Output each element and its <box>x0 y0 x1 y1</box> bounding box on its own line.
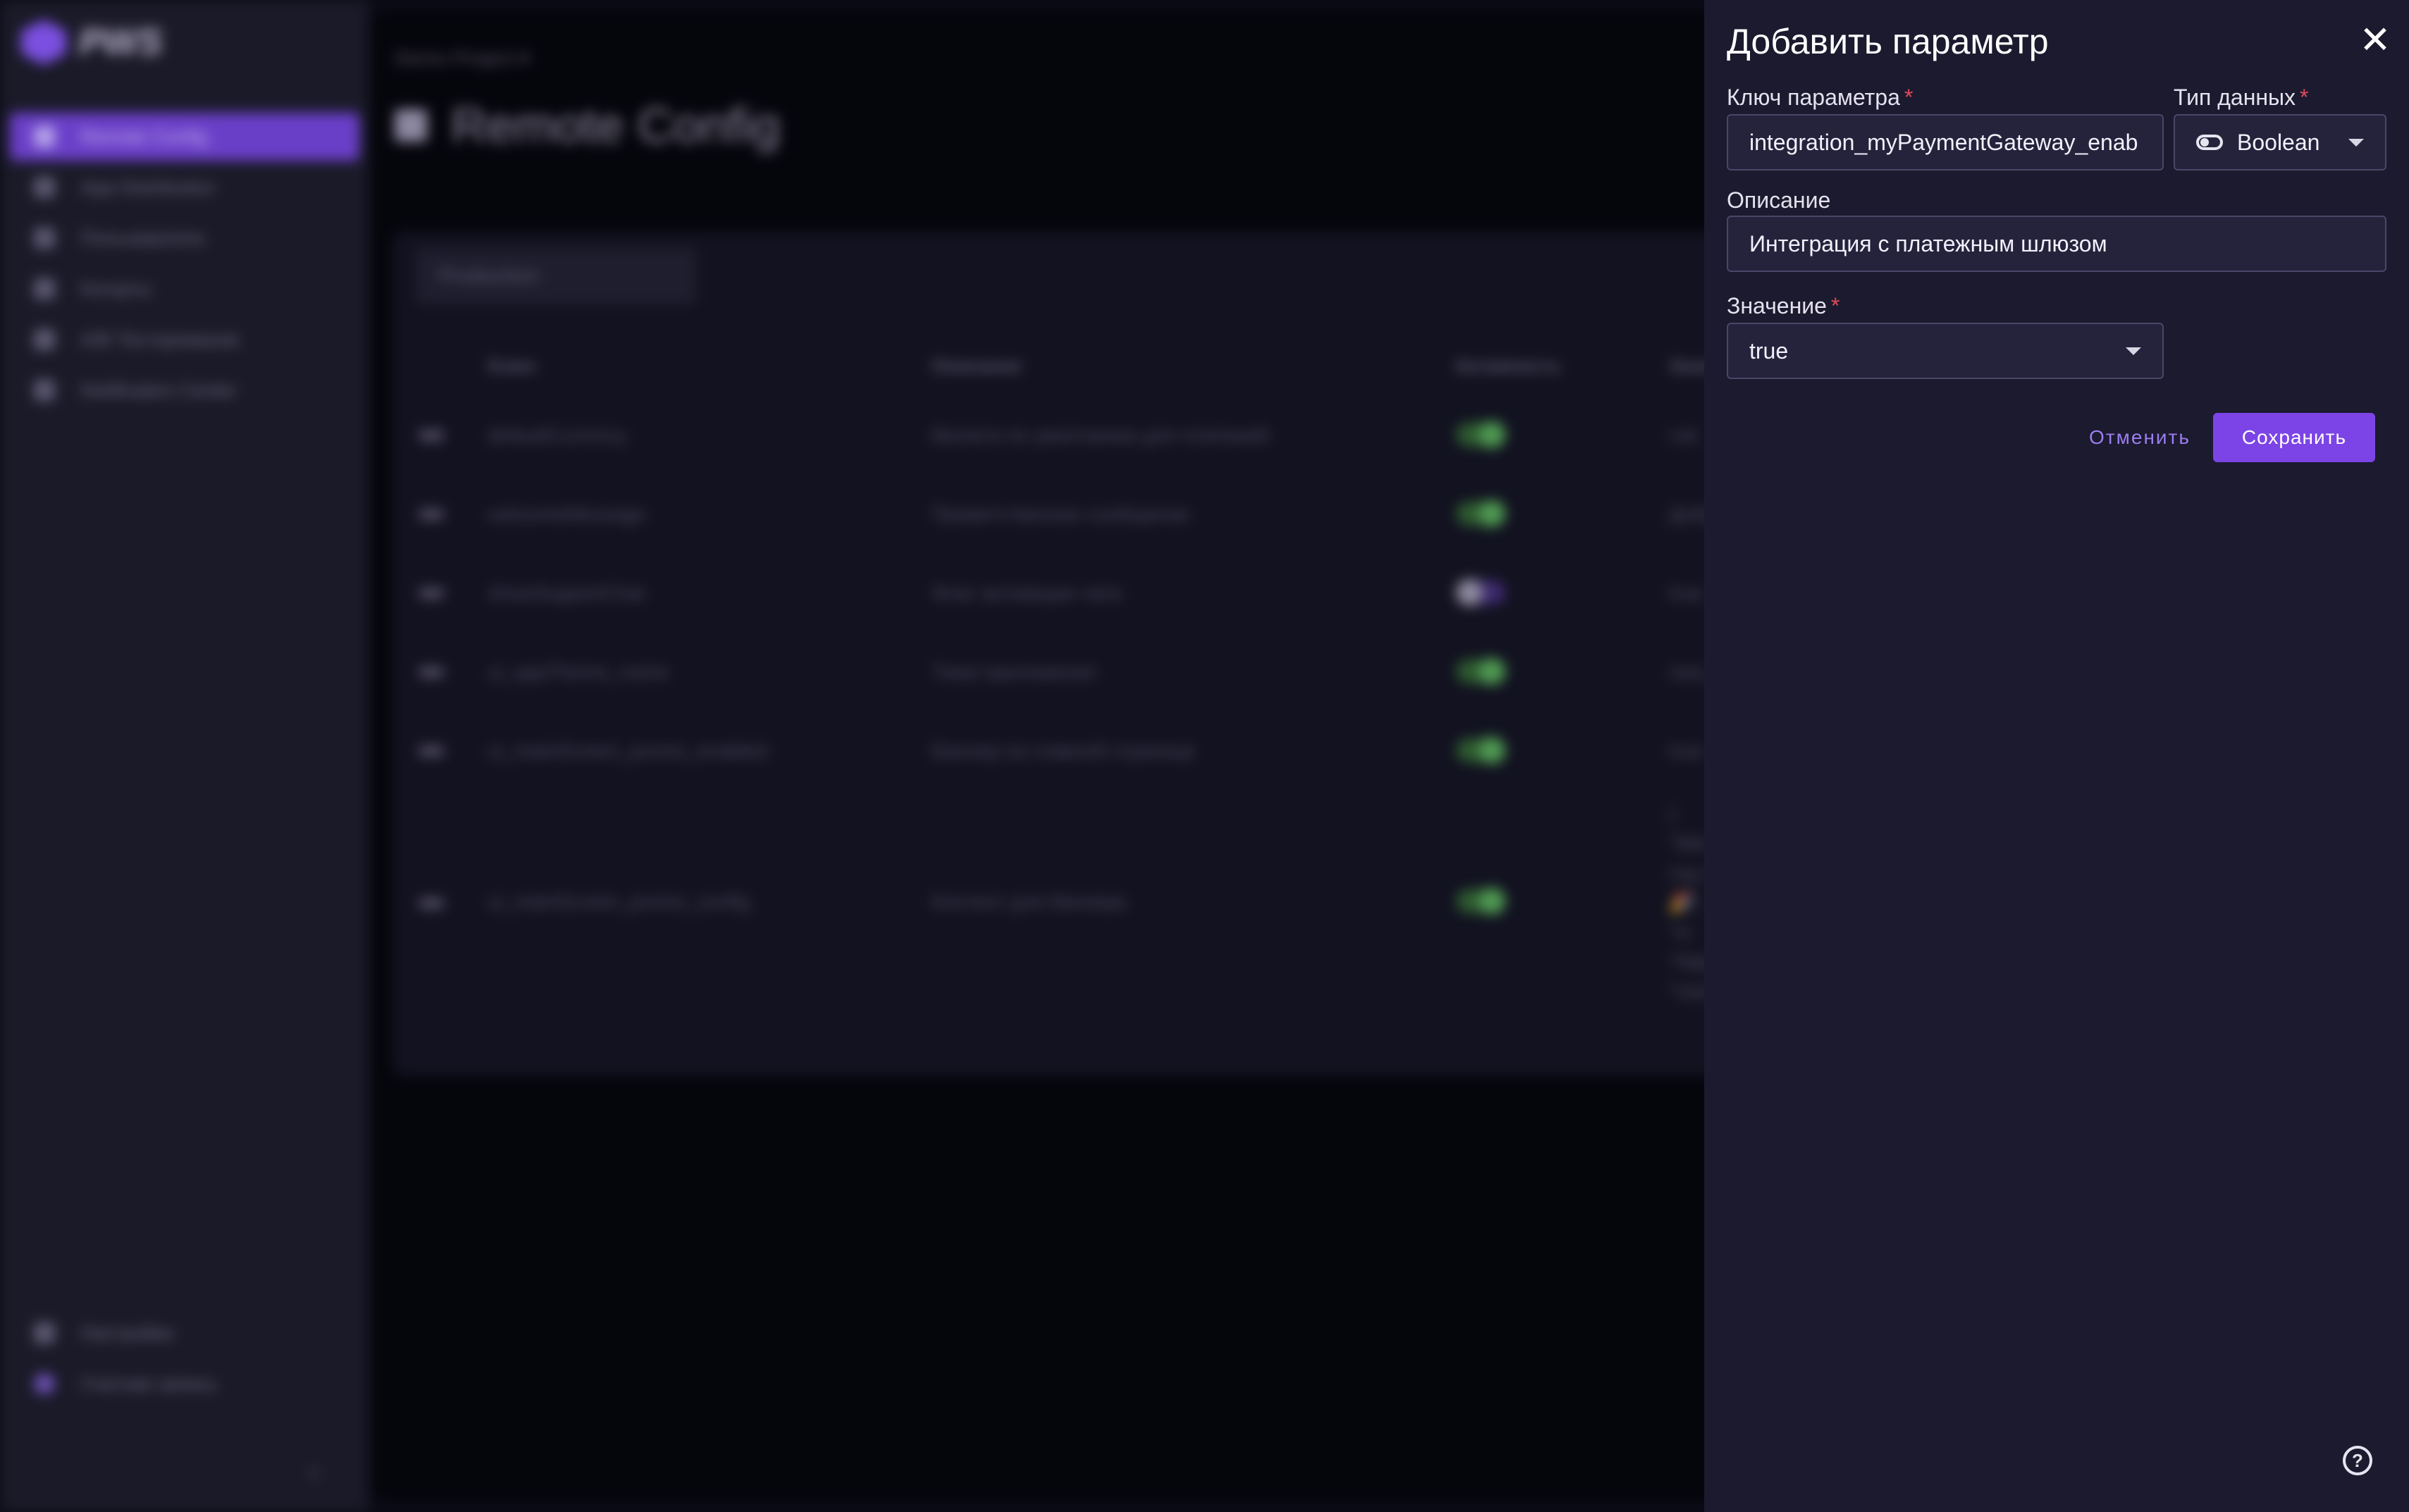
row-description: Контент для баннера <box>932 891 1126 912</box>
sidebar-item-label: App Distribution <box>80 176 215 198</box>
required-mark: * <box>1830 293 1840 318</box>
required-mark: * <box>2300 85 2309 110</box>
settings-icon <box>34 1322 55 1344</box>
sidebar-item-label: Remote Config <box>80 125 208 147</box>
activity-toggle[interactable] <box>1456 888 1505 915</box>
boolean-type-icon <box>419 588 444 599</box>
add-parameter-panel: Добавить параметр ✕ Ключ параметра * inte… <box>1704 0 2409 1512</box>
parameter-key-input[interactable]: integration_myPaymentGateway_enab <box>1727 114 2164 171</box>
remote-config-icon <box>395 109 427 142</box>
row-description: Баннер на главной странице <box>932 740 1195 762</box>
remote-config-icon <box>34 126 55 147</box>
sidebar-item-ab-testing[interactable]: A/B Тестирование <box>10 316 359 364</box>
page-header: Remote Config <box>395 97 780 154</box>
value-label-text: Значение <box>1727 293 1827 318</box>
cohorts-icon <box>34 278 55 299</box>
row-key: ui_mainScreen_promo_enabled <box>488 740 768 762</box>
description-label-text: Описание <box>1727 187 1831 213</box>
row-description: Тема приложения <box>932 661 1096 683</box>
activity-toggle[interactable] <box>1456 500 1505 527</box>
key-label-text: Ключ параметра <box>1727 85 1900 110</box>
sidebar-item-label: Пользователи <box>80 227 205 249</box>
logo-cube-icon <box>21 20 66 65</box>
close-icon[interactable]: ✕ <box>2353 17 2398 62</box>
type-label-text: Тип данных <box>2174 85 2296 110</box>
data-type-select[interactable]: Boolean <box>2174 114 2386 171</box>
sidebar-item-app-distribution[interactable]: App Distribution <box>10 163 359 211</box>
activity-toggle[interactable] <box>1456 737 1505 764</box>
required-mark: * <box>1904 85 1914 110</box>
app-distribution-icon <box>34 177 55 198</box>
column-key: Ключ <box>488 355 536 376</box>
data-type-value: Boolean <box>2237 129 2320 155</box>
sidebar: PWS Remote Config App Distribution Польз… <box>0 0 369 1512</box>
breadcrumb[interactable]: Demo Project ▾ <box>395 47 529 70</box>
sidebar-bottom: Настройки Учетная запись <box>10 1309 359 1411</box>
row-description: Флаг активации чата <box>932 582 1122 604</box>
notification-icon <box>34 380 55 401</box>
row-key: welcomeMessage <box>488 503 646 525</box>
sidebar-item-notification-center[interactable]: Notification Center <box>10 366 359 414</box>
activity-toggle[interactable] <box>1456 421 1505 448</box>
row-value: true <box>1669 582 1703 604</box>
column-activity: Активность <box>1455 355 1561 376</box>
string-type-icon <box>419 509 444 520</box>
chevron-down-icon <box>2348 138 2364 147</box>
value-select[interactable]: true <box>1727 323 2164 379</box>
type-label: Тип данных * <box>2174 85 2309 111</box>
sidebar-item-remote-config[interactable]: Remote Config <box>10 113 359 161</box>
sidebar-item-account[interactable]: Учетная запись <box>10 1360 359 1408</box>
sidebar-item-label: Учетная запись <box>80 1372 218 1394</box>
save-button[interactable]: Сохранить <box>2213 413 2375 462</box>
sidebar-item-label: Когорты <box>80 278 152 299</box>
json-type-icon <box>419 898 444 909</box>
sidebar-item-label: Notification Center <box>80 379 238 401</box>
sidebar-item-settings[interactable]: Настройки <box>10 1309 359 1357</box>
activity-toggle[interactable] <box>1456 579 1505 606</box>
sidebar-item-users[interactable]: Пользователи <box>10 214 359 262</box>
sidebar-nav: Remote Config App Distribution Пользоват… <box>10 113 359 417</box>
description-input[interactable]: Интеграция с платежным шлюзом <box>1727 216 2386 272</box>
logo: PWS <box>21 20 162 65</box>
account-avatar-icon <box>34 1373 55 1394</box>
description-label: Описание <box>1727 187 1830 213</box>
row-value: rub <box>1669 424 1698 446</box>
description-value: Интеграция с платежным шлюзом <box>1749 230 2107 256</box>
sidebar-item-label: Настройки <box>80 1322 174 1344</box>
toggle-icon <box>2196 135 2223 150</box>
key-label: Ключ параметра * <box>1727 85 1913 111</box>
column-description: Описание <box>932 355 1022 376</box>
activity-toggle[interactable] <box>1456 658 1505 685</box>
boolean-type-icon <box>419 745 444 757</box>
help-icon[interactable]: ? <box>2343 1446 2372 1475</box>
chevron-down-icon <box>2126 347 2141 355</box>
value-select-value: true <box>1749 337 1789 364</box>
environment-select[interactable]: Production <box>416 248 696 304</box>
page-title: Remote Config <box>451 98 780 153</box>
sidebar-item-cohorts[interactable]: Когорты <box>10 265 359 313</box>
string-type-icon <box>419 667 444 678</box>
row-key: defaultCurrency <box>488 424 627 446</box>
help-glyph: ? <box>2352 1449 2363 1471</box>
collapse-sidebar-icon[interactable]: ‹ <box>310 1458 318 1486</box>
string-type-icon <box>419 430 444 441</box>
close-glyph: ✕ <box>2359 18 2391 61</box>
value-label: Значение * <box>1727 293 1840 319</box>
panel-title: Добавить параметр <box>1727 22 2049 61</box>
sidebar-item-label: A/B Тестирование <box>80 328 240 350</box>
ab-test-icon <box>34 329 55 350</box>
row-value: true <box>1669 740 1703 762</box>
row-description: Валюта по умолчанию для платежей <box>932 424 1269 446</box>
users-icon <box>34 228 55 249</box>
row-key: ui_mainScreen_promo_config <box>488 891 750 912</box>
row-key: showSupportChat <box>488 582 645 604</box>
logo-text: PWS <box>79 22 163 63</box>
environment-value: Production <box>438 264 540 287</box>
parameter-key-value: integration_myPaymentGateway_enab <box>1749 129 2138 155</box>
row-description: Приветственное сообщение <box>932 503 1190 525</box>
row-key: ui_appTheme_name <box>488 661 669 683</box>
